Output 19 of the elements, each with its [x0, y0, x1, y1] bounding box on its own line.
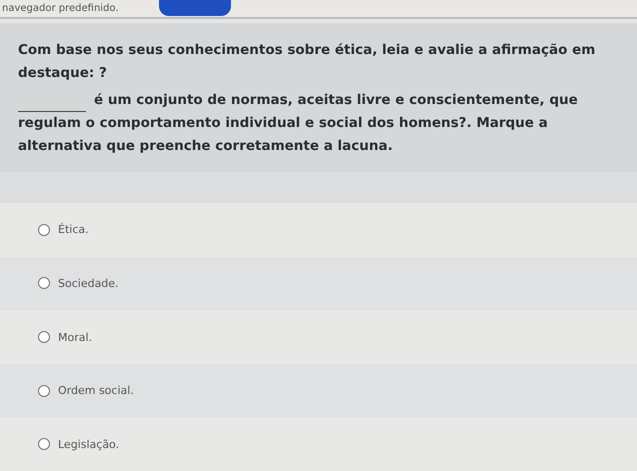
question-prompt: Com base nos seus conhecimentos sobre ética, leia e avalie a afirmação em destaque: ?	[18, 40, 596, 83]
option-label[interactable]: Legislação.	[58, 438, 120, 451]
radio-button[interactable]	[38, 331, 50, 344]
question-statement: é um conjunto de normas, aceitas livre e conscientemente, que regulam o comportamento individual e social dos homens?. Marque a alternativa que preenche corretamente a lacuna.	[18, 92, 578, 154]
option-label[interactable]: Ordem social.	[58, 384, 134, 398]
radio-button[interactable]	[38, 224, 50, 236]
radio-button[interactable]	[38, 277, 50, 290]
option-label[interactable]: Moral.	[58, 330, 92, 344]
radio-button[interactable]	[38, 384, 50, 397]
option-label[interactable]: Ética.	[58, 223, 89, 236]
notice-button[interactable]	[158, 0, 231, 16]
option-row[interactable]: Ética.	[0, 203, 637, 257]
option-row[interactable]: Ordem social.	[0, 364, 637, 418]
option-row[interactable]: Moral.	[0, 310, 637, 364]
option-row[interactable]: Sociedade.	[0, 256, 637, 310]
option-row[interactable]: Legislação.	[0, 417, 637, 471]
notice-text: navegador predefinido.	[2, 2, 119, 14]
radio-button[interactable]	[38, 438, 50, 450]
option-label[interactable]: Sociedade.	[58, 276, 119, 290]
